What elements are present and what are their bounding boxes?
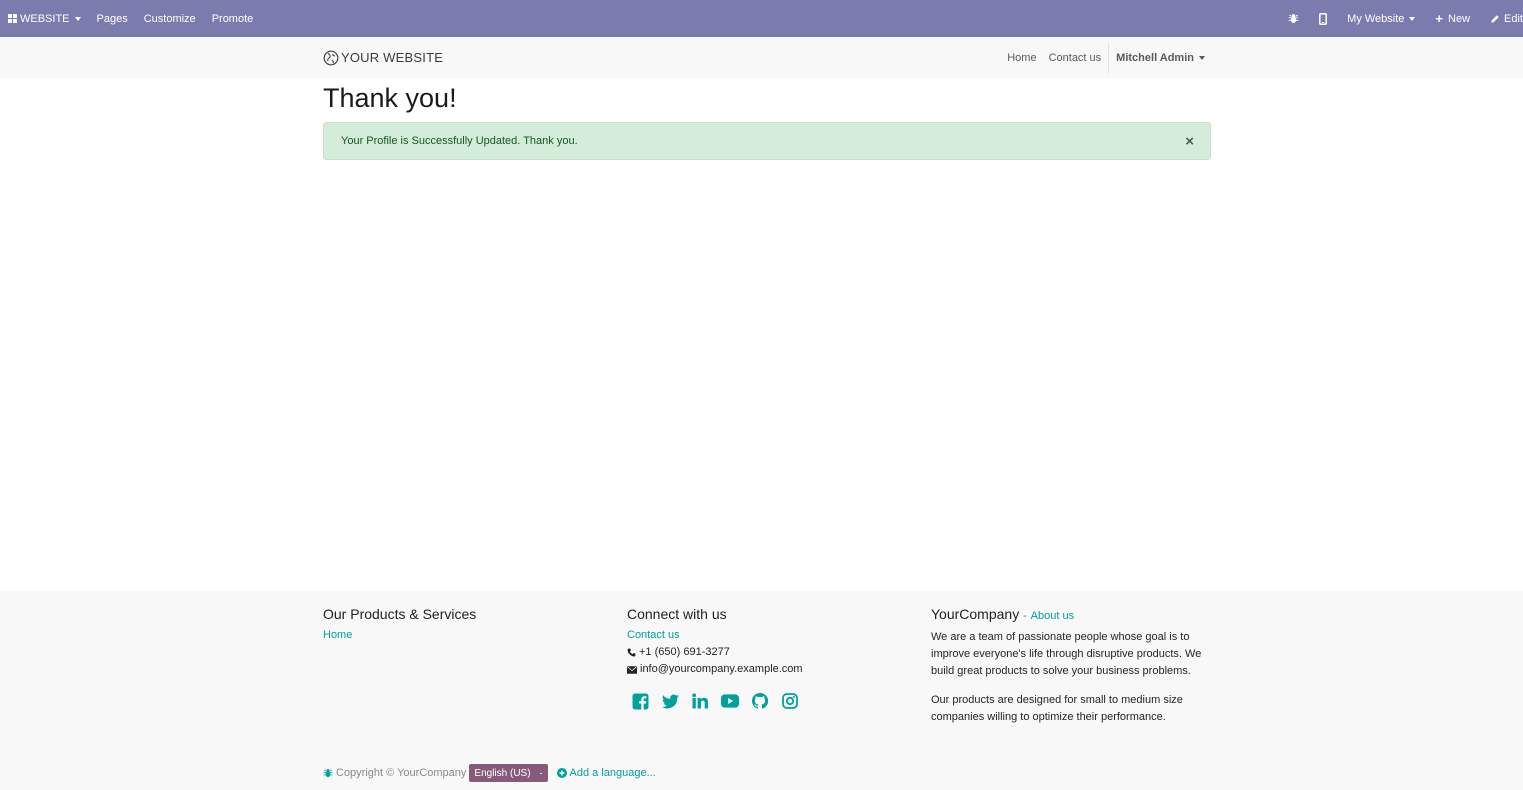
footer-connect-heading: Connect with us (627, 606, 727, 622)
twitter-icon[interactable] (661, 692, 679, 710)
social-links (631, 692, 907, 710)
add-language-link[interactable]: Add a language... (556, 767, 656, 779)
website-apps-menu[interactable]: WEBSITE (0, 0, 89, 37)
copyright: Copyright © YourCompany (323, 767, 466, 779)
admin-navbar-right: My Website + New Edit (1278, 0, 1523, 37)
website-menu-label: WEBSITE (20, 12, 70, 25)
footer-contact-link[interactable]: Contact us (627, 627, 907, 644)
bug-icon (1288, 14, 1299, 23)
user-name: Mitchell Admin (1116, 51, 1194, 64)
footer-products-column: Our Products & Services Home (323, 605, 603, 644)
admin-navbar: WEBSITE Pages Customize Promote My Websi… (0, 0, 1523, 37)
company-description-2: Our products are designed for small to m… (931, 694, 1183, 723)
email-address: info@yourcompany.example.com (640, 663, 803, 675)
caret-down-icon (74, 16, 81, 21)
nav-divider (1108, 42, 1110, 73)
company-name: YourCompany (931, 606, 1020, 622)
close-icon[interactable]: × (1185, 134, 1194, 149)
caret-down-icon (1409, 16, 1416, 21)
success-alert: Your Profile is Successfully Updated. Th… (323, 122, 1211, 160)
footer-company-heading: YourCompany - About us (931, 605, 1211, 625)
copyright-bar: Copyright © YourCompany English (US) - A… (323, 764, 656, 782)
site-logo[interactable]: YOUR WEBSITE (323, 50, 443, 66)
language-selector[interactable]: English (US) - (469, 764, 548, 782)
add-language-label: Add a language... (569, 767, 656, 779)
plus-icon: + (1435, 11, 1444, 26)
heading-separator: - (1023, 610, 1027, 622)
pages-menu[interactable]: Pages (89, 0, 136, 37)
user-menu[interactable]: Mitchell Admin (1110, 52, 1211, 64)
mobile-icon (1319, 12, 1328, 25)
language-dropdown-toggle: - (539, 768, 543, 778)
envelope-icon (627, 665, 637, 674)
nav-home[interactable]: Home (1001, 52, 1042, 64)
company-description-1: We are a team of passionate people whose… (931, 631, 1202, 677)
site-header: YOUR WEBSITE Home Contact us Mitchell Ad… (0, 37, 1523, 78)
github-icon[interactable] (751, 692, 769, 710)
about-us-link[interactable]: About us (1031, 610, 1074, 622)
debug-button[interactable] (1278, 0, 1309, 37)
admin-navbar-left: WEBSITE Pages Customize Promote (0, 0, 261, 37)
footer-connect-column: Connect with us Contact us +1 (650) 691-… (627, 605, 907, 710)
main-nav: Home Contact us Mitchell Admin (1001, 37, 1211, 78)
facebook-icon[interactable] (631, 692, 649, 710)
logo-text: YOUR WEBSITE (341, 50, 444, 65)
new-label: New (1448, 12, 1471, 25)
phone-icon (627, 648, 636, 657)
plus-circle-icon (556, 768, 567, 778)
instagram-icon[interactable] (781, 692, 799, 710)
edit-label: Edit (1504, 12, 1523, 25)
language-label: English (US) (474, 767, 531, 779)
customize-menu[interactable]: Customize (136, 0, 204, 37)
apps-grid-icon (8, 14, 17, 23)
my-website-label: My Website (1347, 12, 1405, 25)
mobile-preview-button[interactable] (1309, 0, 1337, 37)
footer-home-link[interactable]: Home (323, 627, 603, 644)
copyright-text: Copyright © YourCompany (336, 767, 467, 779)
alert-message: Your Profile is Successfully Updated. Th… (341, 135, 578, 147)
youtube-icon[interactable] (721, 692, 739, 710)
footer-email: info@yourcompany.example.com (627, 661, 907, 678)
footer-phone: +1 (650) 691-3277 (627, 644, 907, 661)
page-title: Thank you! (323, 83, 457, 113)
new-content-button[interactable]: + New (1425, 0, 1480, 37)
footer-company-column: YourCompany - About us We are a team of … (931, 605, 1211, 726)
edit-button[interactable]: Edit (1480, 0, 1523, 37)
promote-menu[interactable]: Promote (204, 0, 262, 37)
my-website-switcher[interactable]: My Website (1337, 0, 1425, 37)
pencil-icon (1491, 14, 1499, 23)
phone-number: +1 (650) 691-3277 (639, 646, 730, 658)
main-content: Thank you! Your Profile is Successfully … (323, 78, 1211, 160)
site-footer: Our Products & Services Home Connect wit… (0, 591, 1523, 790)
nav-contact-us[interactable]: Contact us (1043, 52, 1108, 64)
site-header-container: YOUR WEBSITE Home Contact us Mitchell Ad… (323, 37, 1211, 78)
linkedin-icon[interactable] (691, 692, 709, 710)
bug-icon (323, 769, 333, 778)
globe-icon (323, 50, 339, 65)
caret-down-icon (1199, 55, 1205, 60)
footer-products-heading: Our Products & Services (323, 606, 477, 622)
